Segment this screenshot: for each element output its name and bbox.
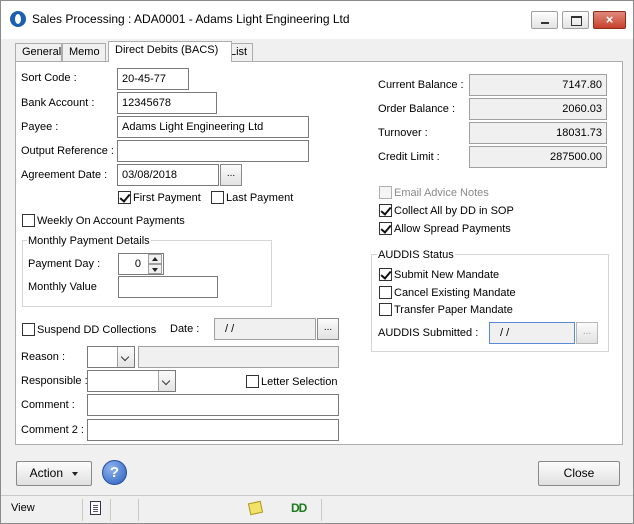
action-menu-button[interactable]: Action (16, 461, 92, 486)
cancel-existing-mandate-label: Cancel Existing Mandate (394, 287, 516, 299)
maximize-button[interactable] (562, 11, 589, 29)
agreement-date-field[interactable]: 03/08/2018 (117, 164, 219, 186)
suspend-dd-label: Suspend DD Collections (37, 324, 157, 336)
status-divider (110, 499, 111, 521)
email-advice-label: Email Advice Notes (394, 187, 489, 199)
action-button-label: Action (29, 466, 63, 480)
status-divider (138, 499, 139, 521)
reason-label: Reason : (21, 351, 66, 363)
monthly-value-label: Monthly Value (28, 281, 97, 293)
tab-general[interactable]: General (15, 43, 62, 61)
payment-day-spin-down[interactable] (148, 264, 162, 274)
note-icon[interactable] (247, 500, 264, 516)
agreement-date-label: Agreement Date : (21, 169, 108, 181)
cancel-existing-mandate-checkbox[interactable] (379, 286, 392, 299)
current-balance-field: 7147.80 (469, 74, 607, 96)
letter-selection-checkbox[interactable] (246, 375, 259, 388)
agreement-date-picker-button[interactable]: ... (220, 164, 242, 186)
output-reference-field[interactable] (117, 140, 309, 162)
auddis-status-group-label: AUDDIS Status (377, 249, 455, 261)
status-bar: View DD (1, 495, 633, 523)
transfer-paper-mandate-label: Transfer Paper Mandate (394, 304, 513, 316)
direct-debit-icon: DD (291, 501, 307, 515)
app-logo-icon (10, 11, 26, 27)
weekly-payments-label: Weekly On Account Payments (37, 215, 185, 227)
comment-field[interactable] (87, 394, 339, 416)
weekly-payments-checkbox[interactable] (22, 214, 35, 227)
auddis-submitted-field: / / (489, 322, 575, 344)
sort-code-field[interactable]: 20-45-77 (117, 68, 189, 90)
bank-account-field[interactable]: 12345678 (117, 92, 217, 114)
auddis-submitted-picker-button[interactable]: ... (576, 322, 598, 344)
output-reference-label: Output Reference : (21, 145, 114, 157)
sort-code-label: Sort Code : (21, 72, 77, 84)
action-dropdown-arrow-icon (72, 471, 79, 476)
payee-label: Payee : (21, 121, 59, 133)
letter-selection-label: Letter Selection (261, 376, 338, 388)
comment-2-label: Comment 2 : (21, 424, 84, 436)
document-icon[interactable] (90, 501, 101, 515)
comment-2-field[interactable] (87, 419, 339, 441)
minimize-button[interactable] (531, 11, 558, 29)
submit-new-mandate-checkbox[interactable] (379, 268, 392, 281)
last-payment-checkbox[interactable] (211, 191, 224, 204)
auddis-submitted-label: AUDDIS Submitted : (378, 327, 479, 339)
order-balance-field: 2060.03 (469, 98, 607, 120)
sales-processing-window: Sales Processing : ADA0001 - Adams Light… (0, 0, 634, 524)
suspend-date-picker-button[interactable]: ... (317, 318, 339, 340)
comment-label: Comment : (21, 399, 75, 411)
last-payment-label: Last Payment (226, 192, 294, 204)
payment-day-spin-up[interactable] (148, 254, 162, 264)
transfer-paper-mandate-checkbox[interactable] (379, 303, 392, 316)
turnover-field: 18031.73 (469, 122, 607, 144)
order-balance-label: Order Balance : (378, 103, 456, 115)
payment-day-label: Payment Day : (28, 258, 101, 270)
tab-direct-debits[interactable]: Direct Debits (BACS) (108, 41, 232, 62)
collect-all-dd-label: Collect All by DD in SOP (394, 205, 514, 217)
bank-account-label: Bank Account : (21, 97, 95, 109)
allow-spread-checkbox[interactable] (379, 222, 392, 235)
reason-dropdown-chevron-icon[interactable] (117, 347, 134, 367)
reason-description-field (138, 346, 339, 368)
window-title: Sales Processing : ADA0001 - Adams Light… (32, 12, 350, 26)
first-payment-checkbox[interactable] (118, 191, 131, 204)
allow-spread-label: Allow Spread Payments (394, 223, 511, 235)
payee-field[interactable]: Adams Light Engineering Ltd (117, 116, 309, 138)
tab-memo[interactable]: Memo (62, 43, 106, 61)
status-divider (82, 499, 83, 521)
window-close-button[interactable]: × (593, 11, 626, 29)
monthly-payment-group-label: Monthly Payment Details (27, 235, 151, 247)
suspend-date-field[interactable]: / / (214, 318, 316, 340)
turnover-label: Turnover : (378, 127, 428, 139)
close-button[interactable]: Close (538, 461, 620, 486)
first-payment-label: First Payment (133, 192, 201, 204)
email-advice-checkbox[interactable] (379, 186, 392, 199)
suspend-dd-checkbox[interactable] (22, 323, 35, 336)
credit-limit-label: Credit Limit : (378, 151, 440, 163)
credit-limit-field: 287500.00 (469, 146, 607, 168)
status-mode-text: View (11, 502, 35, 514)
responsible-dropdown-chevron-icon[interactable] (158, 371, 175, 391)
status-divider (321, 499, 322, 521)
collect-all-dd-checkbox[interactable] (379, 204, 392, 217)
suspend-date-label: Date : (170, 323, 200, 335)
submit-new-mandate-label: Submit New Mandate (394, 269, 500, 281)
responsible-label: Responsible : (21, 375, 88, 387)
help-icon[interactable]: ? (102, 460, 127, 485)
current-balance-label: Current Balance : (378, 79, 464, 91)
monthly-value-field[interactable] (118, 276, 218, 298)
title-bar: Sales Processing : ADA0001 - Adams Light… (1, 1, 633, 39)
